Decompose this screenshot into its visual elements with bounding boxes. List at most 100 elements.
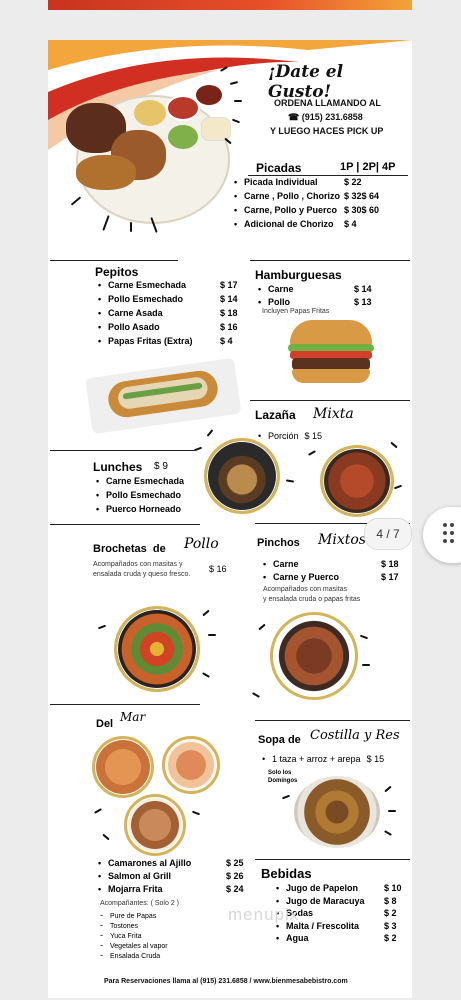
pinchos-title: Pinchos	[257, 537, 300, 549]
item-price: $ 18	[381, 559, 399, 569]
item-name: Mojarra Frita	[108, 884, 163, 894]
menu-item-row: • Carne y Puerco $ 17	[263, 572, 399, 582]
item-price: $ 25	[226, 858, 244, 868]
item-price: $ 8	[384, 895, 397, 906]
bullet-icon: -	[100, 950, 103, 960]
item-name: Carne Asada	[108, 308, 163, 318]
item-name: Pollo Asado	[108, 322, 160, 332]
item-name: Pollo	[268, 297, 290, 307]
bullet-icon: •	[98, 280, 102, 290]
ray-decoration	[208, 634, 216, 636]
lazana-photo	[320, 445, 394, 517]
brochetas-price: $ 16	[209, 564, 227, 574]
sopa-title: Sopa de	[258, 734, 301, 746]
ray-decoration	[102, 833, 110, 841]
item-name: Sodas	[286, 908, 314, 918]
lazana-line: Porción	[268, 431, 299, 441]
item-name: Salmon al Grill	[108, 871, 172, 881]
pinchos-photo	[270, 612, 358, 700]
item-name: Tostones	[110, 923, 139, 930]
footer-reservations: Para Reservaciones llama al (915) 231.68…	[104, 978, 348, 985]
bullet-icon: •	[98, 322, 102, 332]
item-price: $ 17	[381, 572, 399, 582]
ray-decoration	[234, 100, 242, 102]
brochetas-script: Pollo	[184, 536, 219, 552]
item-price: $ 17	[220, 280, 238, 290]
salmon-photo	[162, 736, 220, 794]
bullet-icon: •	[234, 205, 238, 215]
top-banner-strip	[48, 0, 412, 10]
menupix-watermark: menupix	[228, 905, 300, 924]
sopa-line: 1 taza + arroz + arepa	[272, 754, 361, 764]
item-name: Yuca Frita	[110, 933, 142, 940]
item-name: Papas Fritas (Extra)	[108, 336, 193, 346]
pinchos-script: Mixtos	[318, 532, 366, 548]
item-name: Vegetales al vapor	[110, 943, 168, 950]
menu-item-row: • Carne $ 18	[263, 559, 399, 569]
item-name: Carne , Pollo , Chorizo	[244, 191, 341, 201]
item-name: Ensalada Cruda	[110, 953, 161, 960]
picada-platter-photo	[56, 75, 234, 225]
item-name: Carne, Pollo y Puerco	[244, 205, 338, 215]
item-name: Carne Esmechada	[108, 280, 187, 290]
item-price: $ 4	[344, 219, 357, 229]
menu-item-row: • Pollo Esmechado $ 14	[98, 294, 238, 304]
lunches-price: $ 9	[154, 461, 168, 472]
item-price: $ 26	[226, 871, 244, 881]
bullet-icon: •	[258, 297, 262, 307]
bullet-icon: •	[276, 895, 280, 906]
ray-decoration	[281, 794, 291, 800]
order-phone: (915) 231.6858	[301, 112, 363, 122]
menu-item-row: • Pollo Asado $ 16	[98, 322, 238, 332]
picadas-portions: 1P | 2P| 4P	[340, 161, 396, 173]
ray-decoration	[252, 692, 260, 698]
menu-item-row: • Adicional de Chorizo $ 4	[234, 219, 357, 229]
ray-decoration	[390, 441, 398, 449]
ray-decoration	[359, 634, 369, 640]
item-name: Picada Individual	[244, 177, 318, 187]
menu-item-row: - Ensalada Cruda	[100, 950, 160, 960]
brochetas-note-2: ensalada cruda y queso fresco.	[93, 571, 191, 578]
item-name: Carne Esmechada	[106, 476, 185, 486]
divider	[50, 450, 195, 451]
bebidas-title: Bebidas	[261, 866, 312, 881]
menu-item-row: • Agua $ 2	[276, 933, 397, 943]
ray-decoration	[388, 810, 396, 812]
sopa-photo	[294, 776, 380, 848]
bullet-icon: -	[100, 930, 103, 940]
order-line-3: Y LUEGO HACES PICK UP	[270, 126, 384, 136]
bullet-icon: •	[98, 884, 102, 894]
item-price: $ 14	[354, 284, 372, 294]
item-name: Puerco Horneado	[106, 504, 182, 514]
item-name: Pollo Esmechado	[106, 490, 182, 500]
menu-item-row: • Pollo Esmechado	[96, 490, 181, 500]
bullet-icon: •	[96, 504, 100, 514]
divider	[250, 260, 410, 261]
bullet-icon: •	[98, 294, 102, 304]
divider	[255, 720, 410, 721]
ray-decoration	[393, 484, 403, 490]
divider	[255, 859, 410, 860]
item-name: Jugo de Papelon	[286, 883, 359, 893]
ray-decoration	[193, 446, 203, 452]
bullet-icon: -	[100, 920, 103, 930]
divider	[50, 524, 200, 525]
item-price: $ 13	[354, 297, 372, 307]
bullet-icon: •	[263, 572, 267, 582]
item-price: $ 10	[384, 883, 402, 893]
menu-item-row: • Mojarra Frita $ 24	[98, 884, 244, 894]
picadas-title: Picadas	[256, 161, 302, 175]
menu-item-row: • Carne Esmechada	[96, 476, 184, 486]
item-name: Carne	[268, 284, 294, 294]
page-indicator: 4 / 7	[364, 518, 412, 550]
pepitos-title: Pepitos	[95, 265, 139, 279]
item-name: Pollo Esmechado	[108, 294, 184, 304]
menu-item-row: • Camarones al Ajillo $ 25	[98, 858, 244, 868]
grid-dots-icon[interactable]	[443, 523, 457, 547]
lunch-photo	[204, 438, 280, 514]
menu-item-row: • Carne, Pollo y Puerco $ 30$ 60	[234, 205, 379, 215]
ray-decoration	[308, 450, 316, 456]
ray-decoration	[94, 808, 102, 814]
burger-photo	[286, 320, 376, 386]
bullet-icon: •	[98, 336, 102, 346]
